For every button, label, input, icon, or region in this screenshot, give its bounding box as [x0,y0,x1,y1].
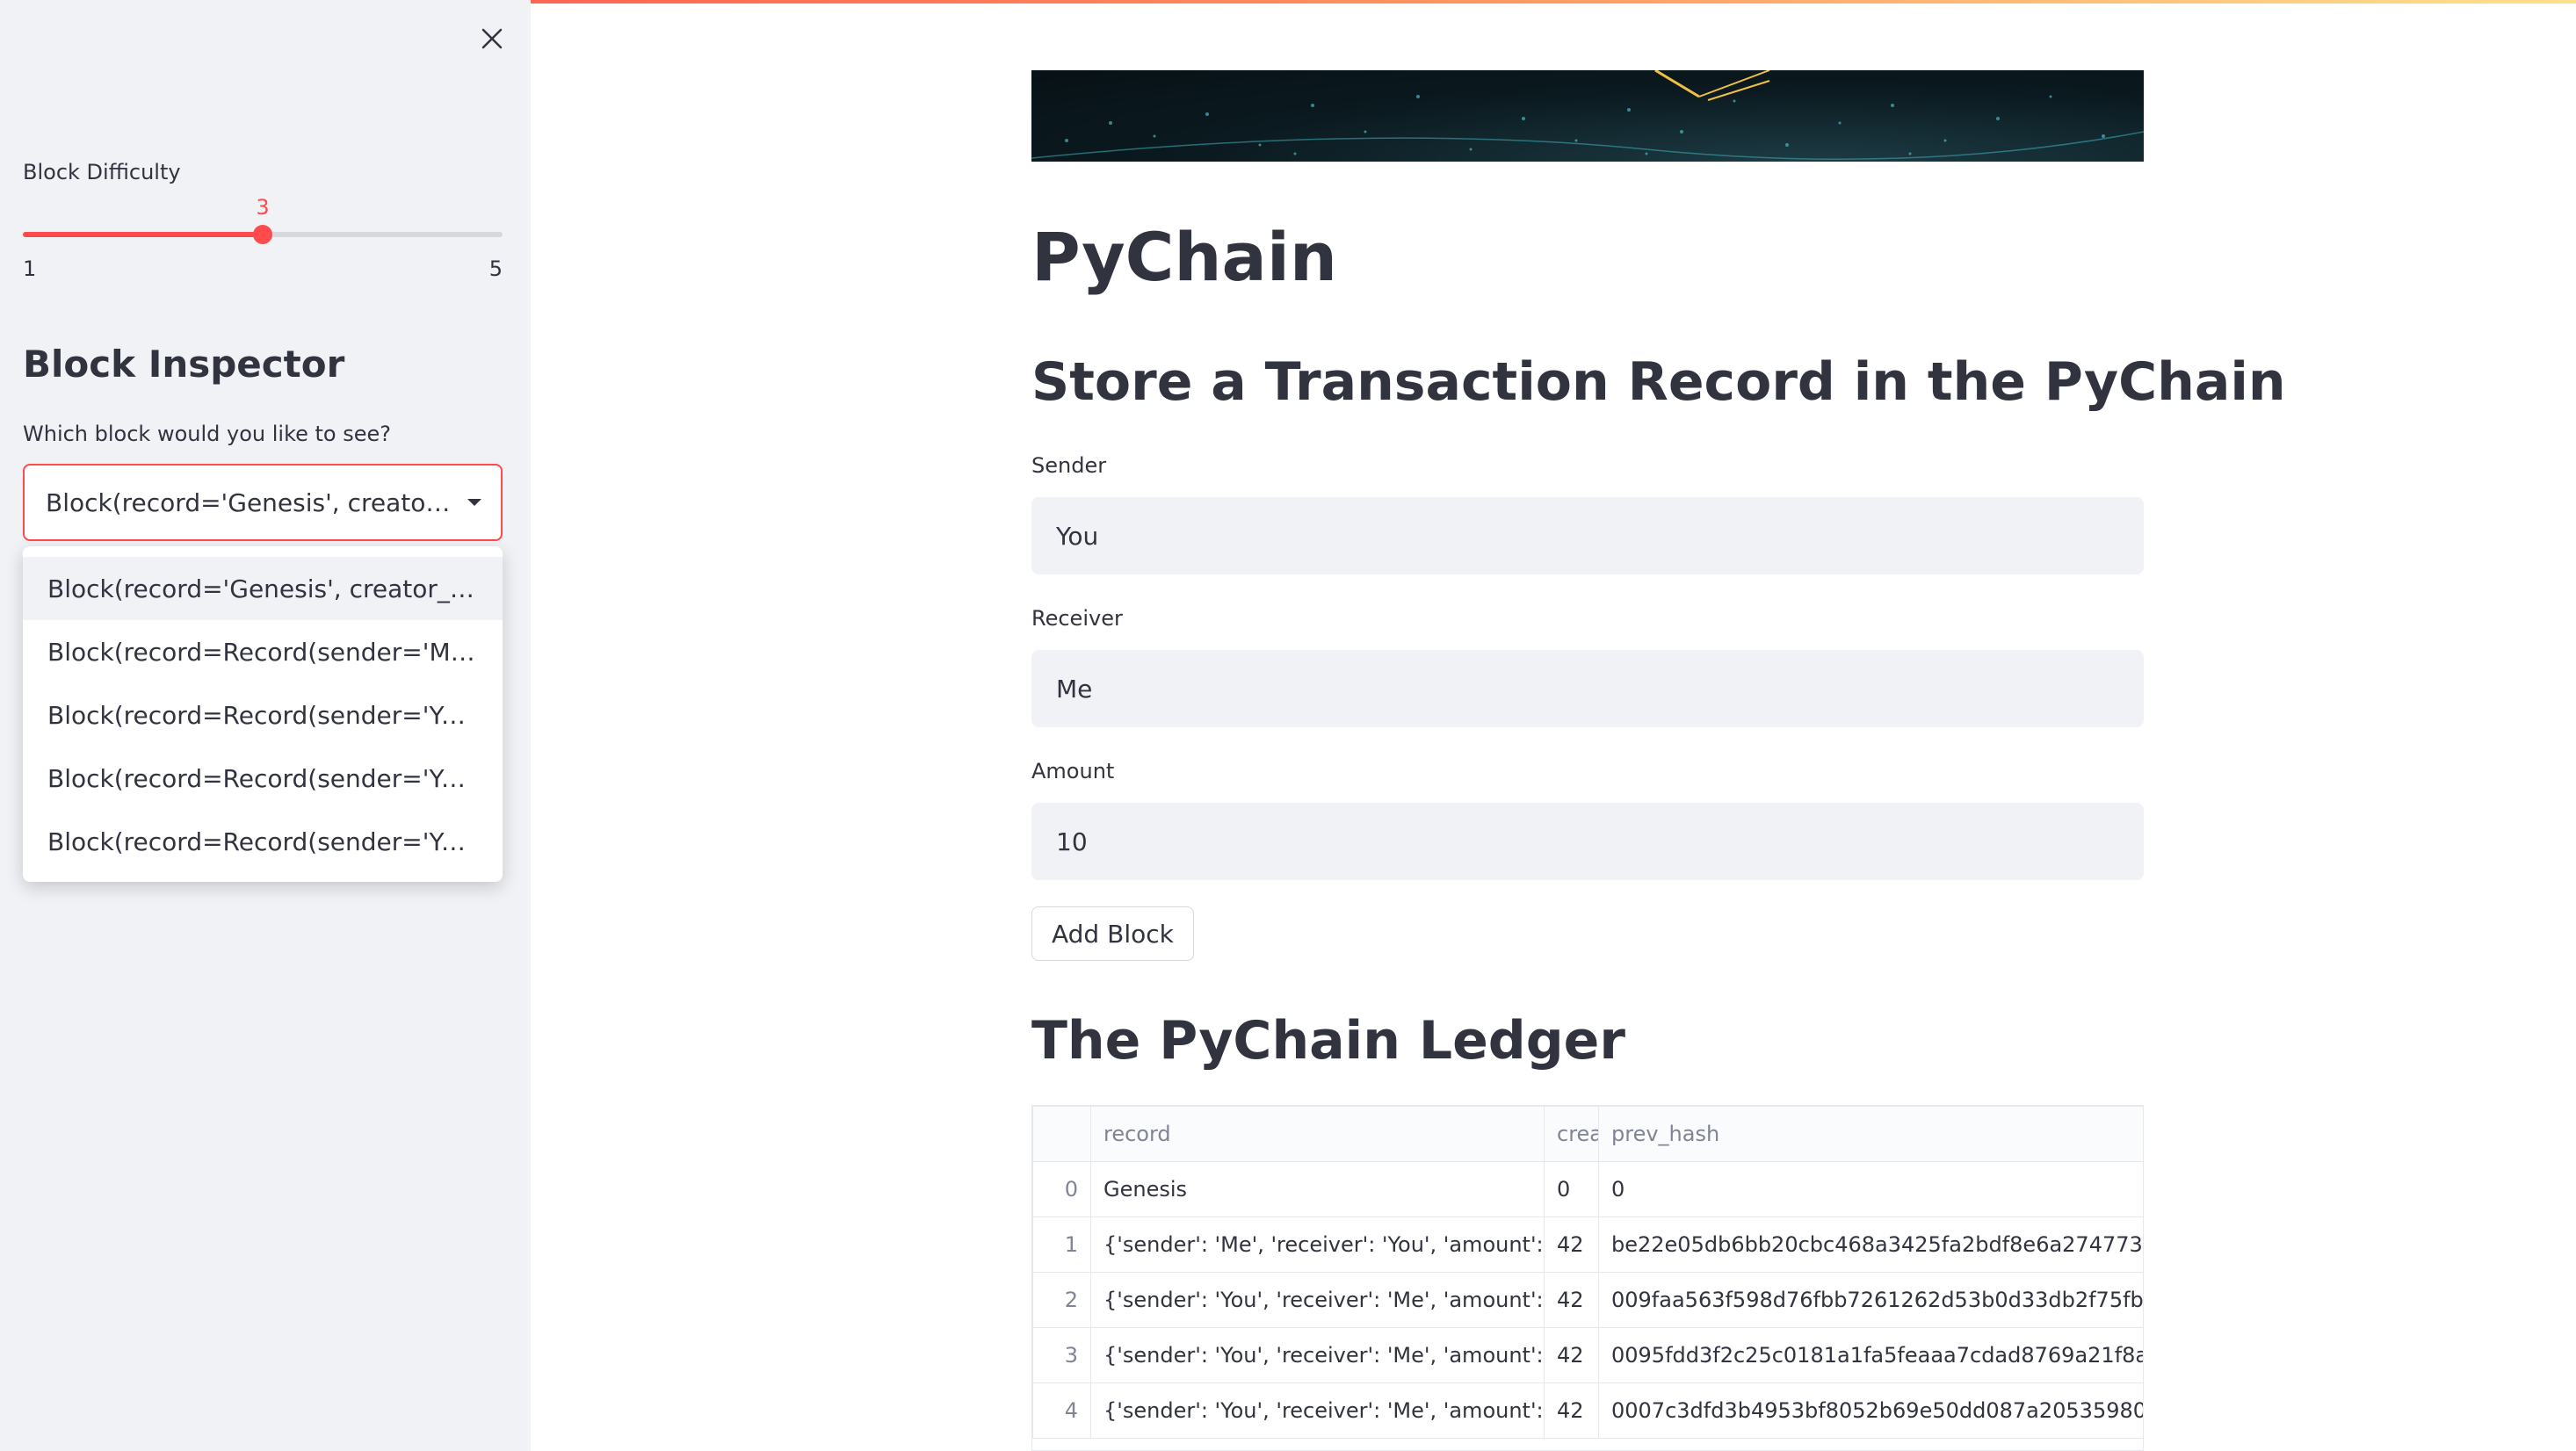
banner-image [1031,70,2144,162]
add-block-button[interactable]: Add Block [1031,906,1194,961]
form-title: Store a Transaction Record in the PyChai… [1031,351,2286,413]
sender-label: Sender [1031,453,1107,478]
cell-record[interactable]: {'sender': 'You', 'receiver': 'Me', 'amo… [1090,1272,1545,1328]
sender-input[interactable] [1031,497,2144,574]
ledger-grid: record creat prev_hash 0 Genesis 0 0 1 {… [1032,1106,2143,1439]
block-select[interactable]: Block(record='Genesis', creator_id=0, pr… [23,464,503,541]
cell-index: 4 [1032,1382,1091,1439]
slider-min: 1 [23,256,37,281]
block-select-label: Which block would you like to see? [23,422,392,446]
table-row: 4 {'sender': 'You', 'receiver': 'Me', 'a… [1032,1382,2143,1439]
amount-label: Amount [1031,759,1115,783]
amount-input[interactable] [1031,803,2144,880]
dropdown-option[interactable]: Block(record='Genesis', creator_id=0, pr… [23,557,503,620]
cell-prev-hash[interactable]: 0007c3dfd3b4953bf8052b69e50dd087a2053598… [1598,1382,2143,1439]
dropdown-option-label: Block(record=Record(sender='Me', receive… [47,637,478,667]
dropdown-option-label: Block(record=Record(sender='You', receiv… [47,763,478,793]
cell-index: 0 [1032,1161,1091,1217]
dropdown-option[interactable]: Block(record=Record(sender='You', receiv… [23,747,503,810]
cell-prev-hash[interactable]: 009faa563f598d76fbb7261262d53b0d33db2f75… [1598,1272,2143,1328]
block-inspector-title: Block Inspector [23,343,345,386]
ledger-title: The PyChain Ledger [1031,1010,1625,1072]
dropdown-option[interactable]: Block(record=Record(sender='You', receiv… [23,810,503,873]
page-title: PyChain [1031,218,1337,296]
cell-creator[interactable]: 0 [1544,1161,1599,1217]
block-select-value: Block(record='Genesis', creator_id=0, pr… [46,487,452,517]
cell-creator[interactable]: 42 [1544,1272,1599,1328]
ledger-table[interactable]: record creat prev_hash 0 Genesis 0 0 1 {… [1031,1105,2144,1451]
cell-index: 3 [1032,1327,1091,1383]
cell-index: 1 [1032,1216,1091,1273]
cell-prev-hash[interactable]: 0095fdd3f2c25c0181a1fa5feaaa7cdad8769a21… [1598,1327,2143,1383]
table-row: 1 {'sender': 'Me', 'receiver': 'You', 'a… [1032,1216,2143,1273]
receiver-input[interactable] [1031,650,2144,727]
table-row: 2 {'sender': 'You', 'receiver': 'Me', 'a… [1032,1272,2143,1328]
dropdown-option-label: Block(record=Record(sender='You', receiv… [47,700,478,730]
close-sidebar-button[interactable] [474,21,510,56]
table-header-row: record creat prev_hash [1032,1106,2143,1162]
slider-max: 5 [488,256,503,281]
column-header-prev-hash[interactable]: prev_hash [1598,1106,2143,1162]
slider-label: Block Difficulty [23,160,181,184]
cell-record[interactable]: {'sender': 'You', 'receiver': 'Me', 'amo… [1090,1327,1545,1383]
cell-creator[interactable]: 42 [1544,1327,1599,1383]
column-header-record[interactable]: record [1090,1106,1545,1162]
cell-creator[interactable]: 42 [1544,1216,1599,1273]
cell-prev-hash[interactable]: 0 [1598,1161,2143,1217]
slider-fill [23,232,263,237]
sidebar: Block Difficulty 3 1 5 Block Inspector W… [0,0,531,1451]
close-icon [481,28,503,49]
cell-record[interactable]: {'sender': 'You', 'receiver': 'Me', 'amo… [1090,1382,1545,1439]
table-row: 3 {'sender': 'You', 'receiver': 'Me', 'a… [1032,1327,2143,1383]
difficulty-slider[interactable] [23,225,503,244]
slider-value-container: 3 [0,195,531,225]
chevron-down-icon [467,499,481,506]
slider-thumb[interactable] [253,225,272,244]
table-row: 0 Genesis 0 0 [1032,1161,2143,1217]
column-header-creator[interactable]: creat [1544,1106,1599,1162]
slider-value: 3 [256,195,270,220]
dropdown-option[interactable]: Block(record=Record(sender='Me', receive… [23,620,503,683]
cell-creator[interactable]: 42 [1544,1382,1599,1439]
dropdown-option[interactable]: Block(record=Record(sender='You', receiv… [23,683,503,747]
dropdown-option-label: Block(record='Genesis', creator_id=0, pr… [47,574,478,603]
cell-prev-hash[interactable]: be22e05db6bb20cbc468a3425fa2bdf8e6a27477… [1598,1216,2143,1273]
cell-record[interactable]: Genesis [1090,1161,1545,1217]
receiver-label: Receiver [1031,606,1123,631]
column-header-index[interactable] [1032,1106,1091,1162]
dropdown-option-label: Block(record=Record(sender='You', receiv… [47,827,478,856]
banner-graphic [1031,70,2144,160]
block-select-dropdown: Block(record='Genesis', creator_id=0, pr… [23,546,503,882]
cell-index: 2 [1032,1272,1091,1328]
cell-record[interactable]: {'sender': 'Me', 'receiver': 'You', 'amo… [1090,1216,1545,1273]
